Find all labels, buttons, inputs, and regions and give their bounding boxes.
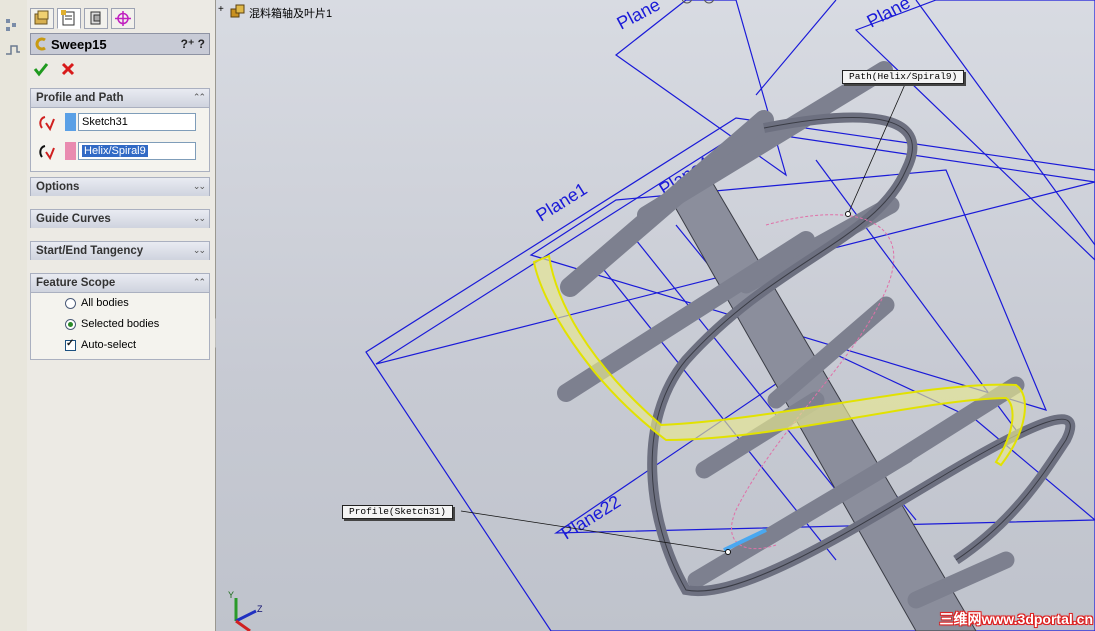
group-guide-curves[interactable]: Guide Curves ⌄⌄ (30, 209, 210, 228)
feature-title: Sweep15 (51, 37, 107, 52)
collapse-chevron-icon[interactable]: ⌃⌃ (193, 277, 206, 288)
left-side-strip (0, 0, 28, 631)
group-profile-and-path: Profile and Path ⌃⌃ Sketch31 Helix/Spira… (30, 88, 210, 172)
profile-row: Sketch31 (31, 111, 209, 135)
profile-callout[interactable]: Profile(Sketch31) (342, 505, 453, 519)
path-callout[interactable]: Path(Helix/Spiral9) (842, 70, 965, 84)
group-header-feature-scope[interactable]: Feature Scope ⌃⌃ (31, 274, 209, 293)
path-icon (39, 145, 55, 161)
profile-leader-point (725, 549, 731, 555)
graphics-viewport[interactable]: Plane Plane Plane1 Plane4 Plane22 (216, 0, 1095, 631)
expand-chevron-icon[interactable]: ⌄⌄ (193, 213, 206, 224)
model-drawing: Plane Plane Plane1 Plane4 Plane22 (228, 0, 1095, 631)
feature-header: Sweep15 ?⁺ ? (30, 33, 210, 55)
crosshair-icon (115, 11, 131, 26)
feature-tree-icon[interactable] (5, 18, 21, 32)
tab-configuration-manager[interactable] (84, 8, 108, 29)
group-start-end-tangency[interactable]: Start/End Tangency ⌄⌄ (30, 241, 210, 260)
property-manager-icon (61, 10, 75, 26)
path-color-swatch (65, 142, 76, 160)
checkbox[interactable] (65, 338, 76, 351)
tab-feature-manager[interactable] (30, 8, 54, 29)
property-manager-panel: Sweep15 ?⁺ ? Profile and Path ⌃⌃ Sketch3… (27, 0, 216, 631)
axis-triad: Y Z (228, 590, 263, 631)
collapse-chevron-icon[interactable]: ⌃⌃ (193, 92, 206, 103)
profile-selection-box[interactable]: Sketch31 (78, 113, 196, 131)
cancel-x-icon[interactable] (60, 61, 76, 77)
tab-dimxpert-manager[interactable] (111, 8, 135, 29)
heads-up-toolbar[interactable] (681, 0, 911, 8)
radio-label: Selected bodies (81, 318, 160, 330)
plane-label-top: Plane (613, 0, 663, 34)
tab-property-manager[interactable] (57, 8, 81, 29)
triad-z-label: Z (257, 604, 263, 614)
configuration-manager-icon (90, 11, 101, 25)
radio-label: All bodies (81, 297, 129, 309)
tree-root-label: 混料箱轴及叶片1 (249, 8, 333, 20)
assembly-part-icon (230, 4, 245, 18)
profile-icon (39, 116, 55, 132)
checkbox-label: Auto-select (81, 339, 137, 351)
feature-manager-icon (34, 10, 49, 25)
watermark-text: 三维网www.3dportal.cn (939, 611, 1094, 627)
group-feature-scope: Feature Scope ⌃⌃ All bodies Selected bod… (30, 273, 210, 360)
radio-button[interactable] (65, 298, 76, 309)
path-selection-box[interactable]: Helix/Spiral9 (78, 142, 196, 160)
group-options[interactable]: Options ⌄⌄ (30, 177, 210, 196)
expand-chevron-icon[interactable]: ⌄⌄ (193, 181, 206, 192)
plane22-label: Plane22 (558, 491, 625, 543)
expand-chevron-icon[interactable]: ⌄⌄ (193, 245, 206, 256)
group-header-profile-path[interactable]: Profile and Path ⌃⌃ (31, 89, 209, 108)
profile-color-swatch (65, 113, 76, 131)
sweep-feature-icon (35, 37, 46, 51)
group-label: Options (36, 181, 80, 193)
triad-y-label: Y (228, 590, 234, 600)
plane1-label: Plane1 (533, 179, 591, 226)
group-label: Start/End Tangency (36, 245, 144, 257)
group-label: Profile and Path (36, 92, 124, 104)
help-icon[interactable]: ?⁺ ? (181, 37, 205, 51)
path-row: Helix/Spiral9 (31, 140, 209, 164)
group-label: Guide Curves (36, 213, 111, 225)
sketch-icon[interactable] (5, 42, 21, 56)
ok-check-icon[interactable] (33, 61, 49, 77)
group-label: Feature Scope (36, 277, 116, 289)
radio-button[interactable] (65, 319, 76, 330)
path-leader-point (845, 211, 851, 217)
expand-plus-icon[interactable]: + (218, 4, 224, 15)
manager-tabs (30, 8, 214, 30)
